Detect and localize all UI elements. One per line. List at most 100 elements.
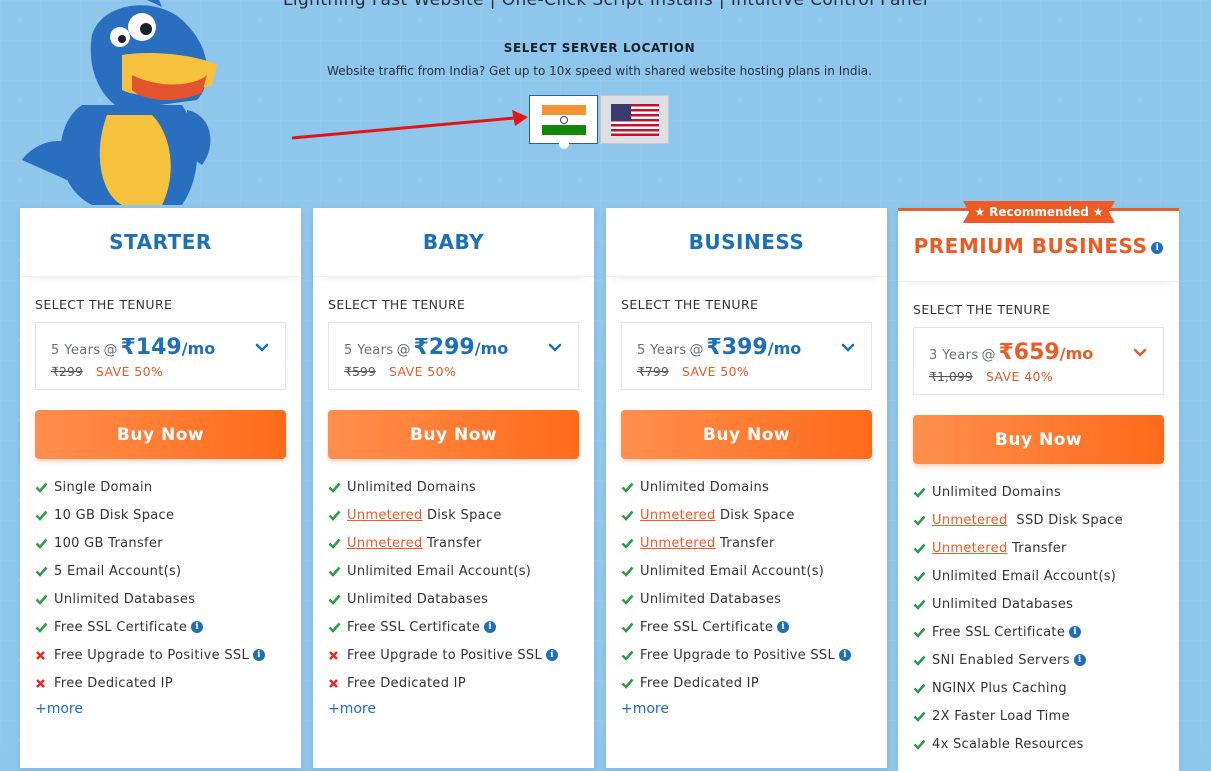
check-icon [621,538,634,549]
server-location-title: SELECT SERVER LOCATION [503,41,696,55]
tenure-at: @ [103,342,118,358]
check-icon [621,510,634,521]
info-icon[interactable]: i [546,649,559,661]
feature-text: Unlimited Email Account(s) [640,563,825,579]
price-period: /mo [767,339,802,358]
feature-text: Transfer [422,535,482,551]
check-icon [621,594,634,605]
feature-list: Unlimited Domains Unmetered Disk Space Unm… [328,473,594,697]
check-icon [328,538,341,549]
feature-text: 2X Faster Load Time [932,708,1070,724]
check-icon [35,482,48,493]
feature-item: Unmetered Transfer [621,529,887,557]
feature-text: Free Dedicated IP [54,675,173,691]
tagline: Lightning Fast Website | One-Click Scrip… [282,0,929,10]
cross-icon [328,678,341,689]
feature-item: Unmetered Disk Space [621,501,887,529]
check-icon [35,594,48,605]
tenure-dropdown[interactable]: 5 Years @ ₹399 /mo ₹799 SAVE 50% [621,322,872,390]
unmetered-link[interactable]: Unmetered [932,513,1008,528]
price-period: /mo [1059,344,1094,363]
feature-text: Unlimited Databases [640,591,782,607]
old-price: ₹799 [637,364,669,379]
usa-server-option[interactable] [600,95,669,144]
feature-item: Free Dedicated IP [328,669,594,697]
feature-item: Free SSL Certificate i [328,613,594,641]
check-icon [328,622,341,633]
cross-icon [35,678,48,689]
feature-item: NGINX Plus Caching [913,674,1179,702]
more-features-link[interactable]: +more [621,701,887,717]
unmetered-link[interactable]: Unmetered [347,536,423,551]
check-icon [621,650,634,661]
feature-item: Unlimited Databases [328,585,594,613]
more-features-link[interactable]: +more [328,701,594,717]
feature-item: Free Upgrade to Positive SSL i [35,641,301,669]
badge-label: Recommended [989,205,1089,219]
feature-list: Unlimited Domains Unmetered Disk Space Unm… [621,473,887,697]
feature-text: Disk Space [422,507,502,523]
feature-text: Unlimited Domains [640,479,770,495]
check-icon [913,543,926,554]
more-features-link[interactable]: +more [35,701,301,717]
check-icon [328,482,341,493]
tenure-at: @ [689,342,704,358]
info-icon[interactable]: i [253,649,266,661]
check-icon [913,515,926,526]
info-icon[interactable]: i [777,621,790,633]
red-arrow-annotation [291,110,528,140]
feature-item: 4x Scalable Resources [913,730,1179,758]
check-icon [913,655,926,666]
feature-text: Free Dedicated IP [640,675,759,691]
tenure-dropdown[interactable]: 3 Years @ ₹659 /mo ₹1,099 SAVE 40% [913,327,1164,395]
unmetered-link[interactable]: Unmetered [640,536,716,551]
feature-text: Free SSL Certificate [54,619,188,635]
check-icon [913,711,926,722]
plan-header: BABY [313,208,594,277]
feature-text: 5 Email Account(s) [54,563,182,579]
feature-item: Unlimited Domains [328,473,594,501]
check-icon [913,599,926,610]
old-price: ₹599 [344,364,376,379]
info-icon[interactable]: i [1151,241,1164,254]
buy-now-button[interactable]: Buy Now [328,410,579,459]
tenure-dropdown[interactable]: 5 Years @ ₹149 /mo ₹299 SAVE 50% [35,322,286,390]
tenure-at: @ [396,342,411,358]
buy-now-button[interactable]: Buy Now [913,415,1164,464]
info-icon[interactable]: i [1069,626,1082,638]
plan-card-baby: ★ ★ BABY SELECT THE TENURE 5 Years @ ₹29… [313,208,594,768]
check-icon [913,683,926,694]
tenure-dropdown[interactable]: 5 Years @ ₹299 /mo ₹599 SAVE 50% [328,322,579,390]
feature-text: Free Upgrade to Positive SSL [347,647,543,663]
feature-list: Single Domain 10 GB Disk Space 100 GB Tran… [35,473,301,697]
feature-text: Disk Space [715,507,795,523]
buy-now-button[interactable]: Buy Now [621,410,872,459]
info-icon[interactable]: i [1073,654,1086,666]
feature-item: Free SSL Certificate i [35,613,301,641]
feature-text: Transfer [1007,540,1067,556]
feature-item: Unlimited Email Account(s) [621,557,887,585]
unmetered-link[interactable]: Unmetered [640,508,716,523]
mascot-gator-illustration [22,0,217,205]
plan-card-business: ★ ★ BUSINESS SELECT THE TENURE 5 Years @… [606,208,887,768]
feature-item: Single Domain [35,473,301,501]
tenure-years: 3 Years [929,348,979,363]
tenure-label: SELECT THE TENURE [621,297,759,312]
unmetered-link[interactable]: Unmetered [932,541,1008,556]
info-icon[interactable]: i [484,621,497,633]
feature-item: 100 GB Transfer [35,529,301,557]
check-icon [621,482,634,493]
info-icon[interactable]: i [839,649,852,661]
feature-text: Unlimited Databases [54,591,196,607]
feature-item: Free Upgrade to Positive SSL i [328,641,594,669]
tenure-label: SELECT THE TENURE [35,297,173,312]
unmetered-link[interactable]: Unmetered [347,508,423,523]
india-server-option[interactable] [529,95,598,149]
info-icon[interactable]: i [191,621,204,633]
feature-text: Free Upgrade to Positive SSL [640,647,836,663]
feature-item: Unmetered Transfer [328,529,594,557]
buy-now-button[interactable]: Buy Now [35,410,286,459]
chevron-down-icon [1133,348,1147,357]
feature-item: Free Dedicated IP [35,669,301,697]
check-icon [621,622,634,633]
